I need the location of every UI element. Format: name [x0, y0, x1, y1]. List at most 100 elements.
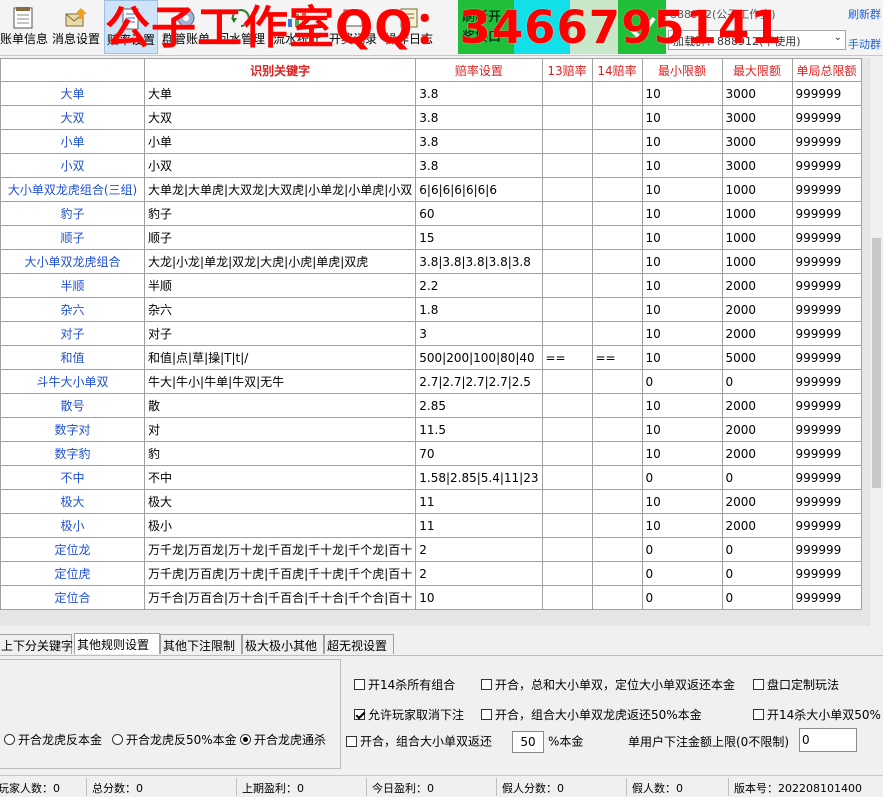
row-round-limit[interactable]: 999999 — [791, 585, 862, 610]
row-odds-13[interactable] — [541, 249, 593, 274]
row-round-limit[interactable]: 999999 — [791, 489, 862, 514]
row-round-limit[interactable]: 999999 — [791, 321, 862, 346]
row-min-limit[interactable]: 10 — [641, 129, 723, 154]
row-keyword[interactable]: 对 — [143, 417, 417, 442]
row-max-limit[interactable]: 2000 — [721, 441, 793, 466]
checkbox-kaihe-total-refund[interactable]: 开合，总和大小单双，定位大小单双返还本金 — [481, 676, 735, 693]
row-round-limit[interactable]: 999999 — [791, 561, 862, 586]
row-odds[interactable]: 2 — [415, 537, 543, 562]
row-min-limit[interactable]: 10 — [641, 393, 723, 418]
row-min-limit[interactable]: 0 — [641, 585, 723, 610]
row-round-limit[interactable]: 999999 — [791, 297, 862, 322]
row-odds-13[interactable] — [541, 465, 593, 490]
table-row[interactable]: 小单 小单 3.8 10 3000 999999 — [0, 129, 862, 154]
row-max-limit[interactable]: 3000 — [721, 105, 793, 130]
row-odds-14[interactable] — [591, 561, 643, 586]
row-max-limit[interactable]: 3000 — [721, 153, 793, 178]
row-keyword[interactable]: 万千龙|万百龙|万十龙|千百龙|千十龙|千个龙|百十 — [143, 537, 417, 562]
row-odds-14[interactable] — [591, 393, 643, 418]
row-min-limit[interactable]: 10 — [641, 513, 723, 538]
row-keyword[interactable]: 半顺 — [143, 273, 417, 298]
row-min-limit[interactable]: 10 — [641, 249, 723, 274]
checkbox-kaihe-longhu-refund-50[interactable]: 开合，组合大小单双龙虎返还50%本金 — [481, 706, 702, 723]
table-row[interactable]: 豹子 豹子 60 10 1000 999999 — [0, 201, 862, 226]
row-keyword[interactable]: 和值|点|草|操|T|t|/ — [143, 345, 417, 370]
checkbox-custom-play[interactable]: 盘口定制玩法 — [753, 676, 839, 693]
row-odds-13[interactable]: == — [541, 345, 593, 370]
table-row[interactable]: 数字对对 11.5 10 2000 999999 — [0, 417, 862, 442]
table-row[interactable]: 斗牛大小单双 牛大|牛小|牛单|牛双|无牛 2.7|2.7|2.7|2.7|2.5 0… — [0, 369, 862, 394]
table-row[interactable]: 杂六 杂六 1.8 10 2000 999999 — [0, 297, 862, 322]
row-max-limit[interactable]: 2000 — [721, 513, 793, 538]
manual-group-link[interactable]: 手动群 — [843, 36, 883, 52]
refresh-group-link[interactable]: 刷新群 — [843, 6, 883, 22]
vertical-scrollbar[interactable] — [869, 58, 883, 626]
radio-longhu-refund-50[interactable]: 开合龙虎反50%本金 — [112, 731, 237, 748]
row-keyword[interactable]: 万千合|万百合|万十合|千百合|千十合|千个合|百十 — [143, 585, 417, 610]
row-round-limit[interactable]: 999999 — [791, 369, 862, 394]
row-min-limit[interactable]: 10 — [641, 417, 723, 442]
row-odds-13[interactable] — [541, 489, 593, 514]
row-odds-13[interactable] — [541, 441, 593, 466]
row-keyword[interactable]: 万千虎|万百虎|万十虎|千百虎|千十虎|千个虎|百十 — [143, 561, 417, 586]
row-max-limit[interactable]: 5000 — [721, 345, 793, 370]
radio-longhu-kill-all[interactable]: 开合龙虎通杀 — [240, 731, 326, 748]
row-odds-14[interactable] — [591, 465, 643, 490]
row-odds-14[interactable] — [591, 177, 643, 202]
row-round-limit[interactable]: 999999 — [791, 273, 862, 298]
row-keyword[interactable]: 豹 — [143, 441, 417, 466]
row-odds[interactable]: 1.8 — [415, 297, 543, 322]
row-max-limit[interactable]: 3000 — [721, 129, 793, 154]
row-min-limit[interactable]: 10 — [641, 441, 723, 466]
row-max-limit[interactable]: 3000 — [721, 81, 793, 106]
row-round-limit[interactable]: 999999 — [791, 153, 862, 178]
row-odds[interactable]: 3.8 — [415, 105, 543, 130]
table-row[interactable]: 大小单双龙虎组合(三组) 大单龙|大单虎|大双龙|大双虎|小单龙|小单虎|小双 6|… — [0, 177, 862, 202]
row-odds-14[interactable] — [591, 537, 643, 562]
tab-ignore-settings[interactable]: 超无视设置 — [324, 634, 394, 654]
row-odds-13[interactable] — [541, 225, 593, 250]
row-round-limit[interactable]: 999999 — [791, 417, 862, 442]
row-keyword[interactable]: 大龙|小龙|单龙|双龙|大虎|小虎|单虎|双虎 — [143, 249, 417, 274]
row-odds[interactable]: 2.85 — [415, 393, 543, 418]
row-max-limit[interactable]: 2000 — [721, 393, 793, 418]
row-round-limit[interactable]: 999999 — [791, 201, 862, 226]
row-odds-13[interactable] — [541, 129, 593, 154]
row-round-limit[interactable]: 999999 — [791, 129, 862, 154]
row-odds[interactable]: 15 — [415, 225, 543, 250]
row-keyword[interactable]: 不中 — [143, 465, 417, 490]
row-max-limit[interactable]: 0 — [721, 465, 793, 490]
row-min-limit[interactable]: 10 — [641, 297, 723, 322]
row-round-limit[interactable]: 999999 — [791, 465, 862, 490]
row-odds[interactable]: 11 — [415, 513, 543, 538]
table-row[interactable]: 顺子 顺子 15 10 1000 999999 — [0, 225, 862, 250]
row-odds-13[interactable] — [541, 537, 593, 562]
row-keyword[interactable]: 大单 — [143, 81, 417, 106]
row-min-limit[interactable]: 0 — [641, 465, 723, 490]
row-odds-14[interactable] — [591, 249, 643, 274]
row-odds[interactable]: 3.8|3.8|3.8|3.8|3.8 — [415, 249, 543, 274]
checkbox-allow-cancel-bet[interactable]: 允许玩家取消下注 — [354, 706, 464, 723]
row-max-limit[interactable]: 2000 — [721, 417, 793, 442]
row-odds-14[interactable] — [591, 129, 643, 154]
row-keyword[interactable]: 小单 — [143, 129, 417, 154]
row-max-limit[interactable]: 0 — [721, 585, 793, 610]
row-odds-14[interactable] — [591, 225, 643, 250]
row-round-limit[interactable]: 999999 — [791, 513, 862, 538]
row-min-limit[interactable]: 10 — [641, 81, 723, 106]
row-keyword[interactable]: 散 — [143, 393, 417, 418]
row-odds-13[interactable] — [541, 273, 593, 298]
row-odds[interactable]: 11.5 — [415, 417, 543, 442]
row-odds[interactable]: 3 — [415, 321, 543, 346]
row-odds-13[interactable] — [541, 321, 593, 346]
row-max-limit[interactable]: 0 — [721, 369, 793, 394]
tab-updown-keywords[interactable]: 上下分关键字 — [0, 634, 73, 654]
row-odds[interactable]: 60 — [415, 201, 543, 226]
row-odds[interactable]: 6|6|6|6|6|6|6 — [415, 177, 543, 202]
row-keyword[interactable]: 对子 — [143, 321, 417, 346]
row-odds[interactable]: 3.8 — [415, 81, 543, 106]
row-odds-13[interactable] — [541, 201, 593, 226]
row-min-limit[interactable]: 0 — [641, 369, 723, 394]
row-odds[interactable]: 2.7|2.7|2.7|2.7|2.5 — [415, 369, 543, 394]
row-round-limit[interactable]: 999999 — [791, 81, 862, 106]
